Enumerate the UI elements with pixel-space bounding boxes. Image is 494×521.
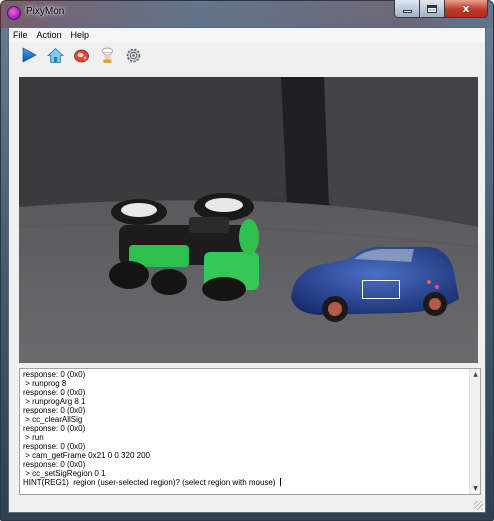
menu-bar: File Action Help [9, 28, 485, 42]
configure-button[interactable] [123, 45, 143, 65]
console-prompt-text: HINT(REG1) region (user-selected region)… [23, 478, 278, 487]
command-console[interactable]: response: 0 (0x0) > runprog 8 response: … [19, 368, 481, 495]
console-line: response: 0 (0x0) [23, 370, 86, 379]
minimize-button[interactable] [394, 0, 420, 18]
maximize-icon [427, 4, 437, 13]
maximize-button[interactable] [420, 0, 445, 18]
home-icon [46, 47, 64, 63]
close-icon: x [462, 2, 470, 15]
gear-icon [126, 48, 140, 62]
menu-action[interactable]: Action [33, 28, 67, 42]
console-output: response: 0 (0x0) > runprog 8 response: … [23, 370, 463, 487]
console-input-line[interactable]: HINT(REG1) region (user-selected region)… [23, 478, 463, 487]
console-line: response: 0 (0x0) [23, 460, 86, 469]
client-area: File Action Help response: 0 (0x0) > run… [8, 27, 486, 513]
caption-buttons: x [394, 0, 488, 18]
camera-feed-image [19, 77, 478, 363]
steak-icon [73, 49, 89, 62]
resize-grip-icon[interactable] [474, 501, 483, 510]
cook-button[interactable] [97, 45, 117, 65]
console-line: > cam_getFrame 0x21 0 0 320 200 [23, 451, 150, 460]
scroll-track[interactable] [470, 380, 480, 483]
run-button[interactable] [19, 45, 39, 65]
home-button[interactable] [45, 45, 65, 65]
menu-help[interactable]: Help [67, 28, 95, 42]
window-title: PixyMon [26, 6, 65, 17]
text-caret [279, 478, 281, 486]
chef-icon [101, 47, 113, 63]
toolbar [9, 43, 485, 67]
scroll-down-arrow-icon[interactable]: ▼ [470, 483, 481, 494]
camera-video-view[interactable] [19, 77, 478, 363]
menu-file[interactable]: File [9, 28, 33, 42]
console-line: > run [23, 433, 44, 442]
console-line: response: 0 (0x0) [23, 406, 86, 415]
scroll-up-arrow-icon[interactable]: ▲ [470, 369, 481, 380]
title-bar[interactable]: PixyMon x [0, 0, 494, 24]
console-line: > cc_clearAllSig [23, 415, 83, 424]
console-line: response: 0 (0x0) [23, 388, 86, 397]
minimize-icon [402, 10, 412, 13]
selection-region-box[interactable] [362, 280, 400, 299]
console-line: response: 0 (0x0) [23, 424, 86, 433]
play-icon [22, 47, 37, 63]
console-line: > runprogArg 8 1 [23, 397, 86, 406]
status-bar [9, 498, 485, 512]
console-line: > cc_setSigRegion 0 1 [23, 469, 106, 478]
close-button[interactable]: x [445, 0, 488, 18]
console-line: > runprog 8 [23, 379, 67, 388]
console-line: response: 0 (0x0) [23, 442, 86, 451]
pixymon-app-icon [7, 6, 21, 20]
signature-button[interactable] [71, 45, 91, 65]
console-scrollbar[interactable]: ▲ ▼ [469, 369, 480, 494]
